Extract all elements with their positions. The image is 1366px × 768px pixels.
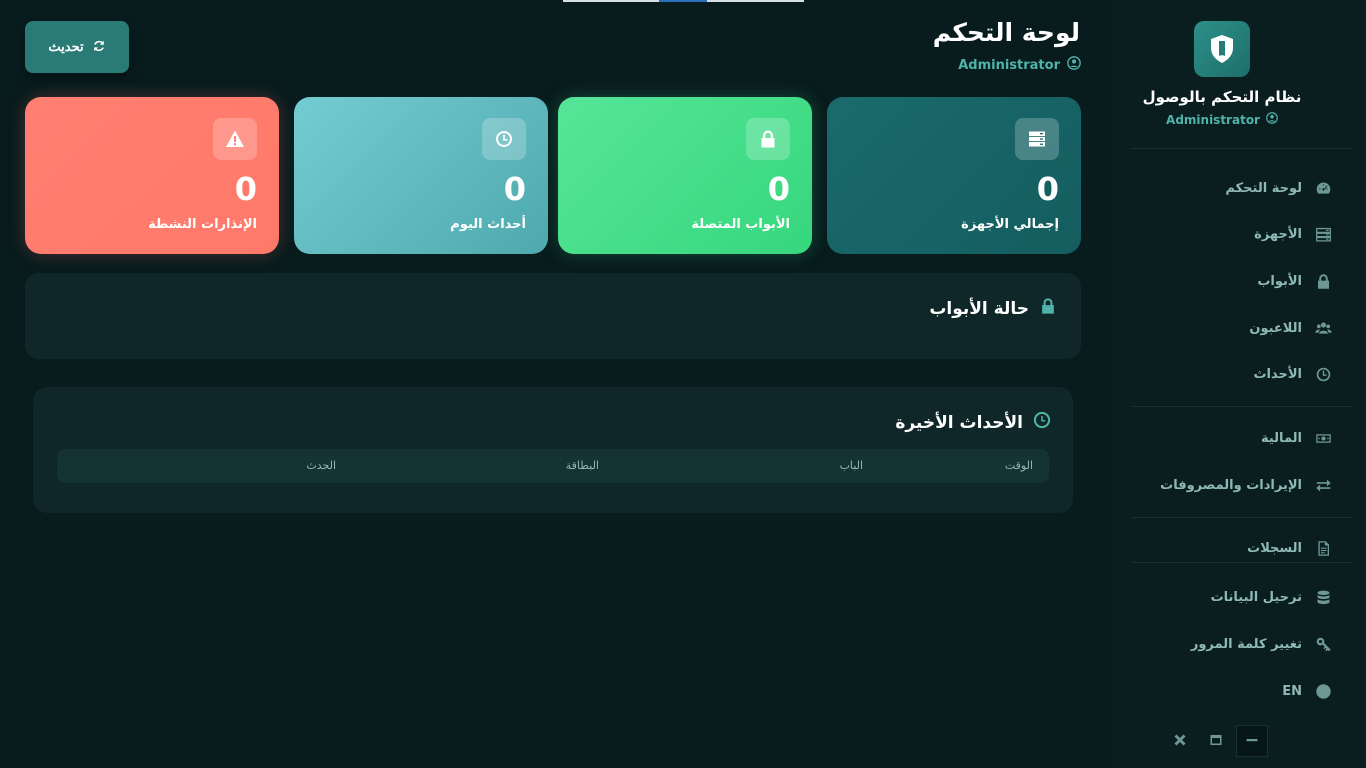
stat-card-devices: 0 إجمالي الأجهزة [827, 97, 1081, 254]
stat-card-active-alarms: 0 الإنذارات النشطة [25, 97, 279, 254]
column-header-door[interactable]: الباب [840, 459, 863, 472]
sidebar-item-label: الإيرادات والمصروفات [1160, 477, 1302, 493]
sidebar: نظام التحكم بالوصول Administrator لوحة ا… [1112, 0, 1366, 768]
sidebar-item-devices[interactable]: الأجهزة [1112, 219, 1332, 249]
maximize-icon [1209, 732, 1223, 751]
key-icon [1314, 635, 1332, 653]
stat-label: أحداث اليوم [450, 217, 526, 232]
shield-logo-icon [1194, 21, 1250, 77]
sidebar-item-label: لوحة التحكم [1225, 180, 1302, 196]
stat-value: 0 [234, 170, 257, 208]
clock-icon [1314, 365, 1332, 383]
column-header-event[interactable]: الحدث [306, 459, 336, 472]
sidebar-item-label: الأحداث [1253, 366, 1302, 382]
recent-events-title-text: الأحداث الأخيرة [895, 412, 1023, 433]
stat-value: 0 [503, 170, 526, 208]
warning-icon [213, 118, 257, 160]
sidebar-divider [1132, 148, 1352, 149]
sidebar-item-dashboard[interactable]: لوحة التحكم [1112, 173, 1332, 203]
top-progress-segment [659, 0, 707, 2]
database-icon [1314, 588, 1332, 606]
sidebar-divider [1132, 517, 1352, 518]
header-user-name: Administrator [958, 57, 1060, 73]
refresh-button[interactable]: تحديث [25, 21, 129, 73]
file-icon [1314, 539, 1332, 557]
sidebar-item-change-password[interactable]: تغيير كلمة المرور [1112, 629, 1332, 659]
refresh-icon [92, 39, 106, 56]
minimize-window-button[interactable] [1236, 725, 1268, 757]
top-progress-strip [563, 0, 804, 2]
sidebar-item-label: الأجهزة [1254, 226, 1302, 242]
stat-value: 0 [767, 170, 790, 208]
sidebar-divider [1132, 562, 1352, 563]
clock-icon [482, 118, 526, 160]
column-header-time[interactable]: الوقت [1005, 459, 1033, 472]
lock-icon [746, 118, 790, 160]
column-header-card[interactable]: البطاقة [566, 459, 599, 472]
sidebar-item-events[interactable]: الأحداث [1112, 359, 1332, 389]
stat-card-today-events: 0 أحداث اليوم [294, 97, 548, 254]
clock-icon [1033, 411, 1051, 434]
recent-events-panel: الأحداث الأخيرة الوقت الباب البطاقة الحد… [33, 387, 1073, 513]
sidebar-item-label: تغيير كلمة المرور [1190, 636, 1302, 652]
exchange-icon [1314, 476, 1332, 494]
refresh-label: تحديث [48, 39, 84, 54]
page-title: لوحة التحكم [932, 18, 1080, 47]
stat-value: 0 [1036, 170, 1059, 208]
close-icon [1173, 732, 1187, 751]
doors-status-title-text: حالة الأبواب [929, 298, 1029, 319]
server-icon [1314, 225, 1332, 243]
sidebar-item-players[interactable]: اللاعبون [1112, 313, 1332, 343]
sidebar-item-label: ترحيل البيانات [1210, 589, 1302, 605]
sidebar-item-doors[interactable]: الأبواب [1112, 266, 1332, 296]
sidebar-user: Administrator [1112, 112, 1332, 127]
sidebar-item-label: الأبواب [1257, 273, 1302, 289]
sidebar-user-name: Administrator [1166, 112, 1260, 127]
stat-card-connected-doors: 0 الأبواب المتصلة [558, 97, 812, 254]
money-icon [1314, 429, 1332, 447]
user-circle-icon [1266, 112, 1278, 127]
sidebar-divider [1132, 406, 1352, 407]
users-icon [1314, 319, 1332, 337]
stat-label: الأبواب المتصلة [691, 217, 790, 232]
sidebar-item-label: اللاعبون [1249, 320, 1302, 336]
sidebar-item-label: EN [1282, 683, 1302, 699]
doors-status-panel: حالة الأبواب [25, 273, 1081, 359]
sidebar-item-finance[interactable]: المالية [1112, 423, 1332, 453]
close-window-button[interactable] [1164, 725, 1196, 757]
app-title: نظام التحكم بالوصول [1142, 88, 1302, 106]
maximize-window-button[interactable] [1200, 725, 1232, 757]
user-circle-icon [1067, 56, 1081, 74]
sidebar-item-label: السجلات [1247, 540, 1302, 556]
sidebar-item-language[interactable]: EN [1112, 676, 1332, 706]
globe-icon [1314, 682, 1332, 700]
sidebar-item-label: المالية [1260, 430, 1302, 446]
doors-status-title: حالة الأبواب [929, 297, 1057, 320]
window-controls [1164, 725, 1284, 757]
lock-icon [1039, 297, 1057, 320]
minimize-icon [1245, 732, 1259, 751]
sidebar-item-data-migration[interactable]: ترحيل البيانات [1112, 582, 1332, 612]
events-table-header: الوقت الباب البطاقة الحدث [57, 449, 1049, 483]
lock-icon [1314, 272, 1332, 290]
sidebar-item-revenue-expenses[interactable]: الإيرادات والمصروفات [1112, 470, 1332, 500]
server-icon [1015, 118, 1059, 160]
recent-events-title: الأحداث الأخيرة [895, 411, 1051, 434]
sidebar-item-logs[interactable]: السجلات [1112, 533, 1332, 563]
stat-label: الإنذارات النشطة [148, 217, 257, 232]
stat-label: إجمالي الأجهزة [961, 217, 1059, 232]
dashboard-icon [1314, 179, 1332, 197]
header-user: Administrator [880, 56, 1081, 74]
